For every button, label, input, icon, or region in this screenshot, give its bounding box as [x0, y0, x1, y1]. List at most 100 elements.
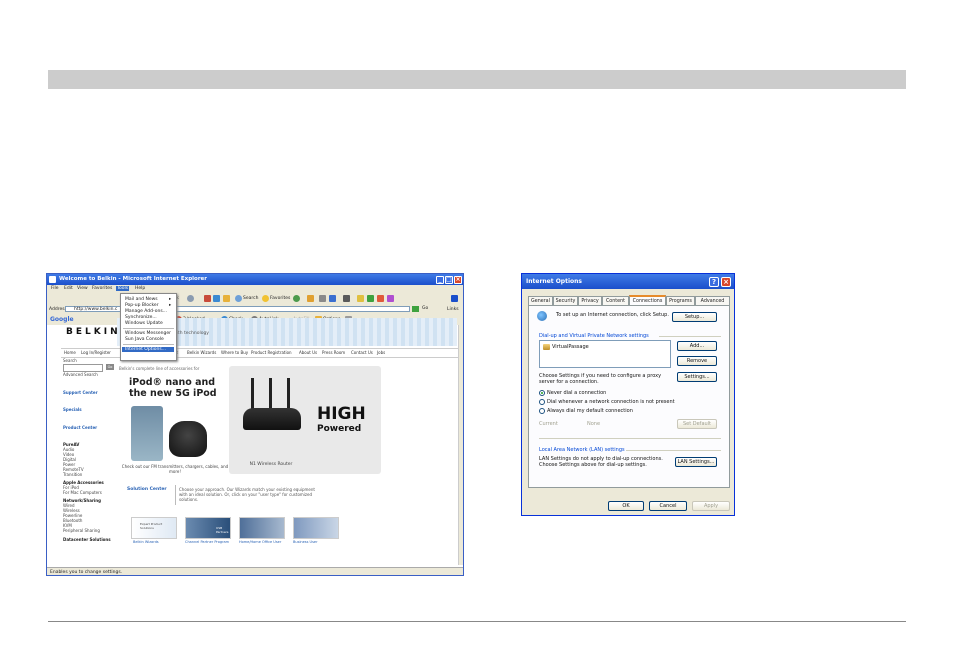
sidebar-link[interactable]: Transition — [63, 472, 82, 477]
forward-icon[interactable] — [187, 295, 194, 302]
search-label: Search — [63, 358, 77, 363]
solution-center-title[interactable]: Solution Center — [127, 487, 167, 492]
belkin-search-input[interactable] — [63, 364, 103, 372]
thumb-label[interactable]: Business User — [293, 540, 318, 544]
tab-advanced[interactable]: Advanced — [695, 296, 730, 305]
nav-home[interactable]: Home — [64, 350, 76, 355]
tab-privacy[interactable]: Privacy — [578, 296, 602, 305]
thumb-channel[interactable]: USB Partners — [185, 517, 231, 539]
tools-menu-item[interactable]: Windows Update — [125, 321, 163, 326]
google-logo[interactable]: Google — [50, 316, 74, 323]
ie-title-bar[interactable]: Welcome to Belkin - Microsoft Internet E… — [47, 274, 463, 285]
tab-general[interactable]: General — [528, 296, 553, 305]
nav-wizards[interactable]: Belkin Wizards — [187, 350, 216, 355]
ok-button[interactable]: OK — [608, 501, 644, 511]
discuss-icon[interactable] — [343, 295, 350, 302]
close-icon[interactable]: × — [454, 275, 462, 284]
address-input[interactable]: http://www.belkin.c — [65, 306, 410, 312]
favorites-label[interactable]: Favorites — [270, 296, 290, 301]
sidebar-link[interactable]: Peripheral Sharing — [63, 528, 100, 533]
stop-icon[interactable] — [204, 295, 211, 302]
history-icon[interactable] — [293, 295, 300, 302]
radio-always-dial[interactable] — [539, 408, 545, 414]
connection-item[interactable]: VirtualPassage — [552, 344, 589, 350]
links-label[interactable]: Links — [447, 307, 459, 312]
thumb-label[interactable]: Channel Partner Program — [185, 540, 229, 544]
ie-app-icon — [49, 276, 56, 283]
tools-menu-item[interactable]: Synchronize... — [125, 315, 157, 320]
specials-link[interactable]: Specials — [63, 407, 82, 412]
tab-content[interactable]: Content — [602, 296, 629, 305]
radio-dial-when-needed[interactable] — [539, 399, 545, 405]
belkin-search-button[interactable]: Go — [106, 364, 114, 370]
nav-jobs[interactable]: Jobs — [377, 350, 385, 355]
nav-press[interactable]: Press Room — [322, 350, 345, 355]
radio-never-dial[interactable] — [539, 390, 545, 396]
thumb-home-user[interactable] — [239, 517, 285, 539]
nav-where-to-buy[interactable]: Where to Buy — [221, 350, 248, 355]
tab-programs[interactable]: Programs — [666, 296, 695, 305]
tab-security[interactable]: Security — [553, 296, 578, 305]
add-button[interactable]: Add... — [677, 341, 717, 351]
menu-view[interactable]: View — [77, 286, 88, 291]
belkin-logo[interactable]: BELKIN — [66, 327, 121, 337]
go-button[interactable]: Go — [422, 306, 428, 311]
menu-file[interactable]: File — [51, 286, 59, 291]
research-icon[interactable] — [377, 295, 384, 302]
mail-icon[interactable] — [307, 295, 314, 302]
print-icon[interactable] — [319, 295, 326, 302]
nav-contact[interactable]: Contact Us — [351, 350, 373, 355]
refresh-icon[interactable] — [213, 295, 220, 302]
sidebar-link[interactable]: For Mac Computers — [63, 490, 102, 495]
radio-dial-when-needed-label[interactable]: Dial whenever a network connection is no… — [547, 399, 675, 405]
messenger-icon[interactable] — [367, 295, 374, 302]
folder-icon[interactable] — [357, 295, 364, 302]
cancel-button[interactable]: Cancel — [649, 501, 687, 511]
setup-button[interactable]: Setup... — [672, 312, 717, 322]
edit-icon[interactable] — [329, 295, 336, 302]
thumb-wizards[interactable]: Expert Product Solutions — [131, 517, 177, 539]
favorites-icon[interactable] — [262, 295, 269, 302]
lan-settings-button[interactable]: LAN Settings... — [675, 457, 717, 467]
dialog-title-bar[interactable]: Internet Options ? × — [522, 274, 734, 289]
connections-list[interactable]: VirtualPassage — [539, 340, 671, 368]
tools-menu-item[interactable]: Windows Messenger — [125, 331, 171, 336]
tools-menu-item[interactable]: Sun Java Console — [125, 337, 164, 342]
maximize-icon[interactable]: □ — [445, 275, 453, 284]
search-icon[interactable] — [235, 295, 242, 302]
ipod-promo[interactable]: Belkin's complete line of accessories fo… — [119, 366, 228, 474]
page-scrollbar[interactable] — [458, 325, 463, 565]
tool-icon[interactable] — [387, 295, 394, 302]
thumb-label[interactable]: Home/Home Office User — [239, 540, 281, 544]
nav-product-registration[interactable]: Product Registration — [251, 350, 292, 355]
help-icon[interactable]: ? — [709, 277, 719, 287]
menu-help[interactable]: Help — [135, 286, 145, 291]
apply-button[interactable]: Apply — [692, 501, 730, 511]
router-promo[interactable]: HIGH Powered N1 Wireless Router — [229, 366, 381, 474]
menu-tools[interactable]: Tools — [116, 286, 130, 291]
tools-menu-item[interactable]: Manage Add-ons... — [125, 309, 167, 314]
close-icon[interactable]: × — [721, 277, 731, 287]
menu-favorites[interactable]: Favorites — [92, 286, 112, 291]
thumb-label[interactable]: Belkin Wizards — [133, 540, 159, 544]
tools-menu-item[interactable]: Mail and News — [125, 297, 158, 302]
radio-always-dial-label[interactable]: Always dial my default connection — [547, 408, 633, 414]
settings-button[interactable]: Settings... — [677, 372, 717, 382]
search-label[interactable]: Search — [243, 296, 258, 301]
product-center-link[interactable]: Product Center — [63, 425, 97, 430]
internet-options-menu-item[interactable]: Internet Options... — [122, 347, 174, 352]
menu-edit[interactable]: Edit — [64, 286, 73, 291]
remove-button[interactable]: Remove — [677, 356, 717, 366]
go-icon[interactable] — [412, 306, 419, 312]
minimize-icon[interactable]: _ — [436, 275, 444, 284]
nav-about[interactable]: About Us — [299, 350, 317, 355]
thumb-business-user[interactable] — [293, 517, 339, 539]
home-icon[interactable] — [223, 295, 230, 302]
advanced-search-link[interactable]: Advanced Search — [63, 372, 98, 377]
radio-never-dial-label[interactable]: Never dial a connection — [547, 390, 606, 396]
nav-login[interactable]: Log In/Register — [81, 350, 111, 355]
tools-menu-item[interactable]: Pop-up Blocker — [125, 303, 159, 308]
support-center-link[interactable]: Support Center — [63, 390, 98, 395]
set-default-button[interactable]: Set Default — [677, 419, 717, 429]
datacenter-heading[interactable]: Datacenter Solutions — [63, 537, 111, 542]
